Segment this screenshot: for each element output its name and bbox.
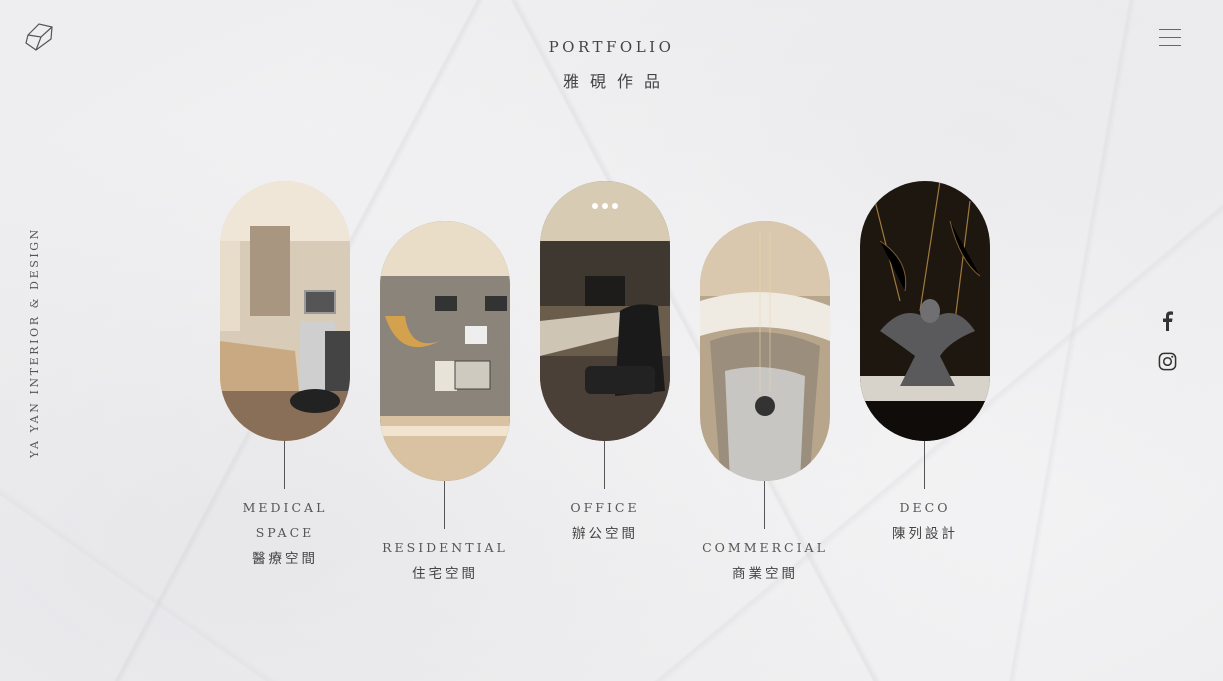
category-card-medical[interactable]: MEDICAL SPACE 醫療空間	[220, 181, 350, 567]
residential-image	[380, 221, 510, 481]
page-title-en: PORTFOLIO	[548, 38, 675, 56]
category-card-commercial[interactable]: COMMERCIAL 商業空間	[700, 221, 830, 582]
connector-line	[924, 441, 925, 489]
connector-line	[284, 441, 285, 489]
page-title-zh: 雅硯作品	[562, 72, 671, 91]
category-label-deco: DECO 陳列設計	[820, 495, 1030, 542]
brand-vertical-text: YA YAN INTERIOR & DESIGN	[28, 227, 41, 458]
page-header: PORTFOLIO 雅硯作品	[0, 38, 1223, 92]
category-name-en: MEDICAL	[242, 500, 328, 515]
facebook-icon[interactable]	[1157, 311, 1177, 331]
commercial-image	[700, 221, 830, 481]
category-name-zh: 陳列設計	[892, 526, 958, 542]
deco-image	[860, 181, 990, 441]
category-name-en: OFFICE	[570, 500, 640, 515]
category-card-deco[interactable]: DECO 陳列設計	[860, 181, 990, 542]
office-image	[540, 181, 670, 441]
connector-line	[444, 481, 445, 529]
category-name-en: DECO	[899, 500, 951, 515]
medical-space-image	[220, 181, 350, 441]
category-card-office[interactable]: OFFICE 辦公空間	[540, 181, 670, 542]
category-card-residential[interactable]: RESIDENTIAL 住宅空間	[380, 221, 510, 582]
category-name-zh: 商業空間	[732, 566, 798, 582]
category-label-residential: RESIDENTIAL 住宅空間	[340, 535, 550, 582]
category-name-zh: 住宅空間	[412, 566, 478, 582]
instagram-icon[interactable]	[1157, 351, 1177, 371]
connector-line	[604, 441, 605, 489]
category-label-commercial: COMMERCIAL 商業空間	[660, 535, 870, 582]
connector-line	[764, 481, 765, 529]
